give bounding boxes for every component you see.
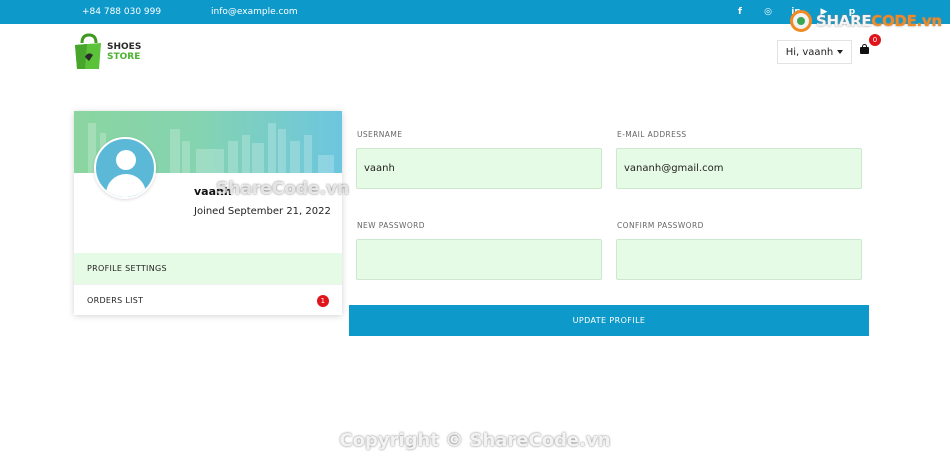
instagram-icon[interactable]: ◎: [754, 4, 782, 20]
new-password-field[interactable]: [356, 239, 602, 280]
shopping-bag-logo-icon: [75, 33, 101, 69]
facebook-icon[interactable]: f: [726, 4, 754, 20]
orders-count-badge: 1: [317, 295, 329, 307]
user-greeting: Hi, vaanh: [785, 46, 834, 58]
user-avatar[interactable]: [94, 137, 156, 199]
profile-card: vaanh Joined September 21, 2022 PROFILE …: [74, 111, 342, 315]
username-field[interactable]: vaanh: [356, 148, 602, 189]
site-logo[interactable]: SHOES STORE: [73, 33, 141, 71]
profile-joined-date: Joined September 21, 2022: [194, 206, 331, 217]
email-link[interactable]: info@example.com: [211, 7, 298, 17]
user-menu-dropdown[interactable]: Hi, vaanh: [777, 40, 852, 64]
confirm-password-label: CONFIRM PASSWORD: [617, 221, 704, 230]
sharecode-logo-icon: [790, 10, 812, 32]
cart-icon[interactable]: [860, 44, 870, 55]
sharecode-logo-text: SHARECODE.vn: [816, 12, 942, 30]
phone-number[interactable]: +84 788 030 999: [82, 7, 161, 17]
email-field[interactable]: vananh@gmail.com: [616, 148, 862, 189]
logo-line2: STORE: [107, 52, 141, 62]
confirm-password-field[interactable]: [616, 239, 862, 280]
username-label: USERNAME: [357, 130, 403, 139]
caret-down-icon: [837, 50, 844, 54]
copyright-watermark: Copyright © ShareCode.vn: [339, 430, 611, 451]
email-label: E-MAIL ADDRESS: [617, 130, 687, 139]
new-password-label: NEW PASSWORD: [357, 221, 425, 230]
cart-count-badge: 0: [869, 34, 881, 46]
menu-item-label: ORDERS LIST: [87, 295, 144, 305]
menu-item-profile-settings[interactable]: PROFILE SETTINGS: [74, 253, 342, 284]
sharecode-watermark-logo: SHARECODE.vn: [790, 10, 942, 32]
profile-username: vaanh: [194, 185, 232, 198]
menu-item-label: PROFILE SETTINGS: [87, 264, 167, 273]
logo-line1: SHOES: [107, 42, 142, 52]
update-profile-button[interactable]: UPDATE PROFILE: [349, 305, 869, 336]
menu-item-orders-list[interactable]: ORDERS LIST 1: [74, 284, 342, 315]
